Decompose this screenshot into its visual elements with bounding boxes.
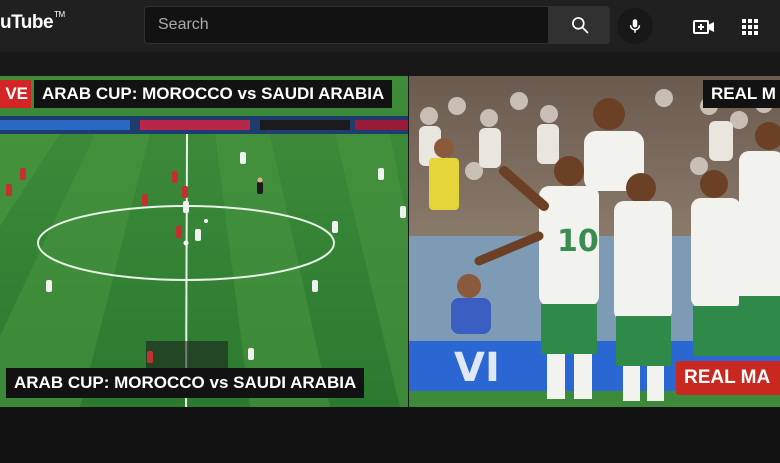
video-title-top-right: REAL M (703, 80, 780, 108)
logo-text: uTube (0, 12, 54, 33)
video-grid: VE ARAB CUP: MOROCCO vs SAUDI ARABIA ARA… (0, 76, 780, 407)
live-badge: VE (0, 80, 31, 108)
search-box (144, 6, 549, 44)
players-celebration-image: VI 10 9 (409, 76, 780, 407)
video-title-bottom-right: REAL MA (676, 361, 780, 395)
microphone-icon (629, 19, 641, 33)
youtube-logo[interactable]: uTubeTM (0, 10, 65, 34)
search-icon (571, 17, 588, 34)
video-title-top: ARAB CUP: MOROCCO vs SAUDI ARABIA (34, 80, 393, 108)
apps-button[interactable] (740, 17, 760, 37)
search-input[interactable] (145, 7, 548, 43)
apps-grid-icon (742, 19, 758, 35)
voice-search-button[interactable] (617, 8, 653, 44)
top-bar: uTubeTM (0, 0, 780, 52)
video-create-icon (693, 20, 714, 34)
video-thumbnail-saudi-celebration[interactable]: VI 10 9 (409, 76, 780, 407)
logo-trademark: TM (54, 10, 65, 19)
svg-text:10: 10 (557, 224, 599, 259)
video-title-bottom: ARAB CUP: MOROCCO vs SAUDI ARABIA (6, 368, 365, 398)
football-pitch-image (0, 76, 408, 407)
video-thumbnail-morocco-saudi[interactable]: VE ARAB CUP: MOROCCO vs SAUDI ARABIA ARA… (0, 76, 408, 407)
create-video-button[interactable] (692, 15, 716, 39)
page-footer-area (0, 407, 780, 463)
svg-text:VI: VI (454, 345, 500, 391)
search-button[interactable] (549, 6, 610, 44)
